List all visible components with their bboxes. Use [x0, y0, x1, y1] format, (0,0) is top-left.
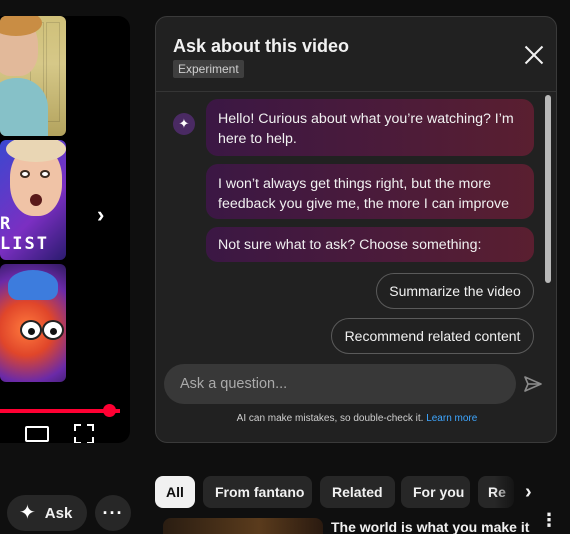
- filter-chip-all[interactable]: All: [155, 476, 195, 508]
- video-player[interactable]: R LIST ›: [0, 16, 130, 443]
- page: R LIST › ✦ Ask ··· Ask about this video …: [0, 0, 570, 534]
- theater-mode-icon[interactable]: [25, 426, 49, 442]
- next-video-title[interactable]: The world is what you make it: [331, 519, 529, 534]
- end-screen-thumbnail-3[interactable]: [0, 264, 66, 382]
- ai-message: Hello! Curious about what you’re watchin…: [206, 99, 534, 156]
- ask-button[interactable]: ✦ Ask: [7, 495, 87, 531]
- disclaimer: AI can make mistakes, so double-check it…: [156, 413, 556, 424]
- locker-decoration: [46, 22, 60, 122]
- fullscreen-icon[interactable]: [74, 424, 94, 443]
- end-screen-thumbnail-1[interactable]: [0, 16, 66, 136]
- recommend-content-chip[interactable]: Recommend related content: [331, 318, 534, 354]
- summarize-video-chip[interactable]: Summarize the video: [376, 273, 534, 309]
- person-eye: [20, 170, 30, 178]
- more-icon: ···: [102, 502, 124, 523]
- chips-fade: [494, 472, 520, 512]
- character-eye: [42, 320, 64, 340]
- next-video-thumbnail[interactable]: [163, 518, 323, 534]
- learn-more-link[interactable]: Learn more: [426, 413, 477, 424]
- ask-button-label: Ask: [44, 504, 73, 522]
- end-screen-thumbnail-2[interactable]: R LIST: [0, 140, 66, 260]
- divider: [156, 91, 556, 92]
- close-icon[interactable]: [522, 43, 546, 67]
- progress-scrubber[interactable]: [103, 404, 116, 417]
- progress-bar[interactable]: [0, 409, 120, 413]
- ai-sparkle-icon: ✦: [173, 113, 195, 135]
- character-eye: [20, 320, 42, 340]
- question-input[interactable]: [164, 364, 516, 404]
- experiment-badge: Experiment: [173, 60, 244, 78]
- question-input-container: [164, 364, 516, 404]
- ask-panel: Ask about this video Experiment ✦ Hello!…: [155, 16, 557, 443]
- person-mouth: [30, 194, 42, 206]
- filter-chip-related[interactable]: Related: [320, 476, 395, 508]
- more-actions-button[interactable]: ···: [95, 495, 131, 531]
- disclaimer-text: AI can make mistakes, so double-check it…: [236, 413, 424, 424]
- scrollbar[interactable]: [545, 95, 551, 283]
- sparkle-icon: ✦: [19, 502, 36, 524]
- panel-title: Ask about this video: [173, 36, 350, 56]
- person-eye: [40, 170, 50, 178]
- filter-chip-for-you[interactable]: For you: [401, 476, 470, 508]
- thumbnail-caption: R LIST: [0, 214, 49, 254]
- chevron-right-icon[interactable]: ›: [97, 204, 113, 226]
- character-hat: [8, 270, 58, 300]
- video-menu-icon[interactable]: ⋮: [540, 511, 558, 529]
- send-icon[interactable]: [523, 374, 543, 394]
- filter-chip-from-fantano[interactable]: From fantano: [203, 476, 312, 508]
- ai-message: I won’t always get things right, but the…: [206, 164, 534, 219]
- ai-message: Not sure what to ask? Choose something:: [206, 227, 534, 262]
- chevron-right-icon[interactable]: ›: [525, 480, 545, 504]
